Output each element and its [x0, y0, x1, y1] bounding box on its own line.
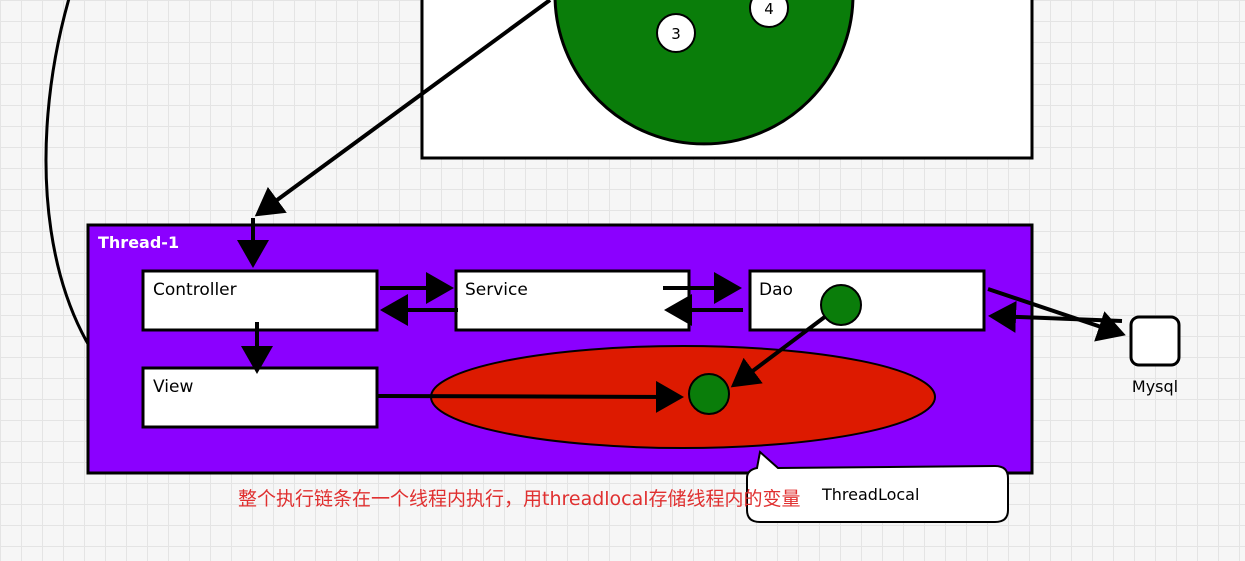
svg-text:Dao: Dao — [759, 280, 793, 300]
svg-text:Controller: Controller — [153, 280, 237, 300]
caption-text: 整个执行链条在一个线程内执行，用threadlocal存储线程内的变量 — [238, 488, 801, 510]
svg-text:View: View — [153, 377, 193, 397]
view-box: View — [141, 366, 379, 429]
diagram-canvas: 3 4 Thread-1 Controller Service Dao View — [44, 0, 1181, 523]
svg-text:Service: Service — [465, 280, 528, 300]
dao-variable-circle — [820, 284, 862, 326]
threadlocal-variable-circle — [688, 373, 730, 415]
thread-label: Thread-1 — [98, 233, 179, 252]
view-to-threadlocal-arrow — [377, 380, 684, 413]
threadlocal-label: ThreadLocal — [821, 485, 919, 504]
mysql-label: Mysql — [1132, 377, 1178, 396]
svg-text:4: 4 — [764, 0, 774, 18]
dao-box: Dao — [748, 269, 986, 332]
service-box: Service — [454, 269, 691, 332]
pool-item-3: 3 — [656, 13, 696, 53]
controller-box: Controller — [141, 269, 379, 332]
svg-text:3: 3 — [671, 25, 681, 43]
mysql-icon — [1129, 315, 1181, 367]
